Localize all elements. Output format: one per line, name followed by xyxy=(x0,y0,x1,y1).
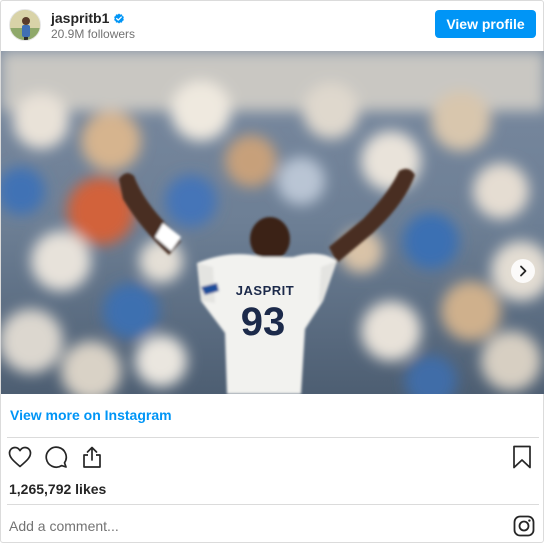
bookmark-icon xyxy=(512,445,532,474)
divider xyxy=(7,437,539,438)
avatar[interactable] xyxy=(9,9,41,41)
verified-badge-icon xyxy=(113,12,125,24)
jersey-number: 93 xyxy=(241,300,286,344)
share-button[interactable] xyxy=(78,445,106,473)
jersey-name: JASPRIT xyxy=(236,283,294,298)
divider xyxy=(7,504,539,505)
username-row: jaspritb1 xyxy=(51,10,125,26)
like-count: 1,265,792 likes xyxy=(9,481,107,497)
like-button[interactable] xyxy=(6,445,34,473)
post-image[interactable]: JASPRIT 93 xyxy=(1,51,544,394)
action-bar xyxy=(1,445,544,475)
follower-count: 20.9M followers xyxy=(51,27,136,41)
next-photo-button[interactable] xyxy=(511,259,535,283)
post-header: jaspritb1 20.9M followers View profile xyxy=(1,1,544,51)
comment-icon xyxy=(44,445,68,474)
username[interactable]: jaspritb1 xyxy=(51,10,109,26)
instagram-icon[interactable] xyxy=(513,515,535,537)
share-icon xyxy=(80,445,104,474)
view-more-link[interactable]: View more on Instagram xyxy=(10,407,172,423)
comment-input[interactable] xyxy=(9,514,489,538)
comment-bar xyxy=(1,506,544,543)
save-button[interactable] xyxy=(508,445,536,473)
instagram-embed-card: jaspritb1 20.9M followers View profile J… xyxy=(0,0,544,543)
view-profile-button[interactable]: View profile xyxy=(435,10,536,38)
comment-button[interactable] xyxy=(42,445,70,473)
heart-icon xyxy=(8,446,32,473)
chevron-right-icon xyxy=(518,265,528,277)
